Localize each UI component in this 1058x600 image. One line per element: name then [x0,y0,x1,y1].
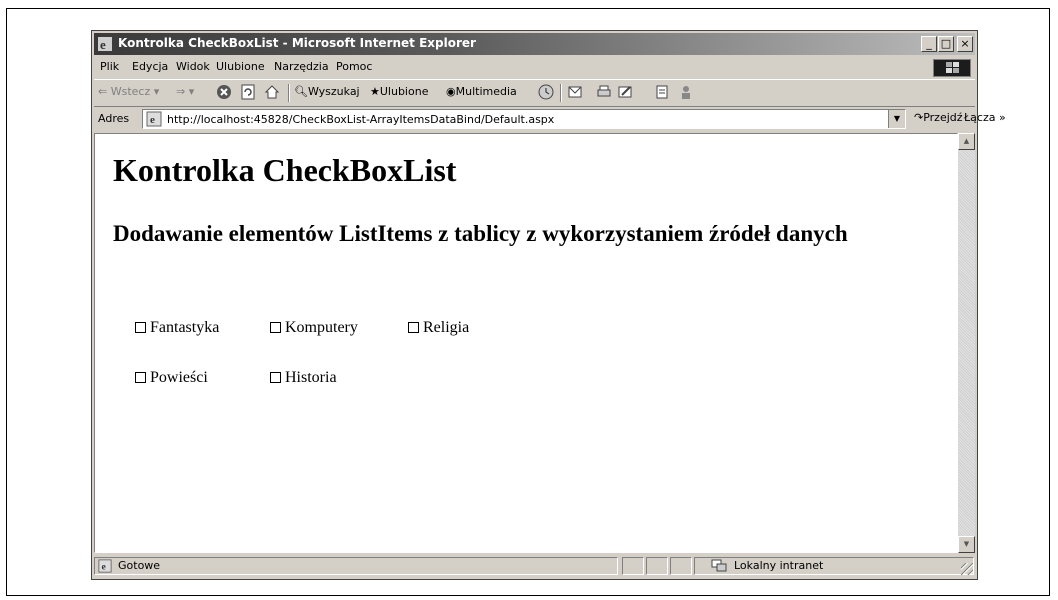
go-arrow-icon: ↷ [914,111,924,124]
address-dropdown-icon[interactable]: ▼ [888,110,905,128]
svg-text:e: e [150,114,155,126]
scroll-down-icon[interactable]: ▼ [958,536,975,553]
checkbox-religia[interactable]: Religia [408,319,469,337]
status-panel: e [94,557,618,575]
links-button[interactable]: Łącza » [964,111,1006,124]
checkbox-box[interactable] [135,322,146,333]
ie-logo-icon: e [98,37,112,52]
resize-grip-icon[interactable] [961,563,973,575]
edit-icon[interactable] [618,84,634,100]
page-icon: e [146,111,162,127]
media-button[interactable]: ◉Multimedia [446,85,517,98]
menu-ulubione[interactable]: Ulubione [216,60,265,73]
go-button[interactable]: ↷Przejdź [914,111,963,124]
intranet-icon [711,559,727,572]
checkbox-label: Komputery [285,319,358,336]
status-panel [646,557,668,575]
media-label: Multimedia [455,85,517,98]
home-icon[interactable] [264,84,280,100]
minimize-button[interactable]: _ [921,36,937,52]
browser-window: e Kontrolka CheckBoxList - Microsoft Int… [91,30,1006,580]
discuss-icon[interactable] [654,84,670,100]
status-panel [622,557,644,575]
page-status-icon: e [98,559,112,573]
checkbox-label: Historia [285,369,337,386]
menu-bar: Plik Edycja Widok Ulubione Narzędzia Pom… [94,57,975,77]
menu-narzedzia[interactable]: Narzędzia [274,60,329,73]
checkbox-fantastyka[interactable]: Fantastyka [135,319,219,337]
address-input[interactable]: e http://localhost:45828/CheckBoxList-Ar… [142,109,906,129]
checkbox-label: Powieści [150,369,208,386]
back-button[interactable]: ⇐ Wstecz ▾ [98,85,159,98]
page-subtitle: Dodawanie elementów ListItems z tablicy … [113,221,848,246]
checkbox-label: Religia [423,319,470,336]
forward-arrow-icon: ⇒ [176,85,186,98]
standard-toolbar: ⇐ Wstecz ▾ ⇒ ▾ 🔍︎Wyszukaj ★Ulubione ◉Mul… [94,79,975,107]
page-content: Kontrolka CheckBoxList Dodawanie element… [94,133,958,553]
zone-label: Lokalny intranet [734,559,824,572]
toolbar-separator [288,84,290,102]
page-title: Kontrolka CheckBoxList [113,152,457,188]
mail-icon[interactable] [568,84,584,100]
checkbox-box[interactable] [135,372,146,383]
address-bar: Adres e http://localhost:45828/CheckBoxL… [94,107,1006,131]
go-label: Przejdź [923,111,963,124]
close-button[interactable]: × [957,36,973,52]
refresh-icon[interactable] [240,84,256,100]
checkbox-komputery[interactable]: Komputery [270,319,358,337]
stop-icon[interactable] [216,84,232,100]
status-panel [670,557,692,575]
checkbox-box[interactable] [270,372,281,383]
favorites-icon: ★ [370,85,380,98]
vertical-scrollbar[interactable]: ▲ ▼ [958,133,975,553]
scroll-up-icon[interactable]: ▲ [958,133,975,150]
checkbox-box[interactable] [270,322,281,333]
menu-widok[interactable]: Widok [176,60,210,73]
messenger-icon[interactable] [678,84,694,100]
forward-button[interactable]: ⇒ ▾ [176,85,194,98]
favorites-label: Ulubione [379,85,429,98]
menu-plik[interactable]: Plik [100,60,119,73]
window-title: Kontrolka CheckBoxList - Microsoft Inter… [118,36,476,50]
address-label: Adres [98,112,130,125]
address-url: http://localhost:45828/CheckBoxList-Arra… [167,113,555,126]
media-icon: ◉ [446,85,456,98]
checkbox-historia[interactable]: Historia [270,369,337,387]
title-bar[interactable]: e Kontrolka CheckBoxList - Microsoft Int… [94,33,975,55]
maximize-button[interactable]: □ [938,36,954,52]
checkbox-powiesci[interactable]: Powieści [135,369,208,387]
favorites-button[interactable]: ★Ulubione [370,85,428,98]
search-icon: 🔍︎ [294,85,308,98]
menu-edycja[interactable]: Edycja [132,60,168,73]
print-icon[interactable] [596,84,612,100]
windows-logo-icon [933,59,971,77]
back-arrow-icon: ⇐ [98,85,108,98]
menu-pomoc[interactable]: Pomoc [336,60,372,73]
svg-text:e: e [100,37,106,52]
status-bar: e Gotowe Lokalny intranet [94,555,975,577]
checkbox-box[interactable] [408,322,419,333]
history-icon[interactable] [538,84,554,100]
back-label: Wstecz [110,85,151,98]
toolbar-separator [560,84,562,102]
checkbox-label: Fantastyka [150,319,220,336]
search-label: Wyszukaj [307,85,360,98]
status-text: Gotowe [118,559,161,572]
search-button[interactable]: 🔍︎Wyszukaj [294,85,360,98]
svg-text:e: e [102,562,107,573]
